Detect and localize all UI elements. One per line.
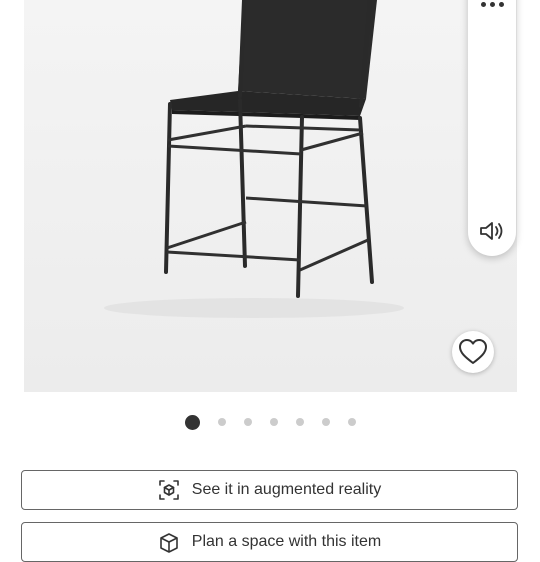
plan-space-label: Plan a space with this item: [191, 533, 382, 550]
ar-view-button[interactable]: See it in augmented reality: [21, 470, 518, 510]
speaker-icon[interactable]: [476, 216, 508, 246]
gallery-dot-7[interactable]: [347, 418, 356, 426]
more-horizontal-icon[interactable]: [468, 0, 516, 18]
side-action-rail: [468, 0, 516, 256]
gallery-dot-4[interactable]: [269, 418, 278, 426]
favorite-button[interactable]: [452, 331, 494, 373]
ar-view-label: See it in augmented reality: [191, 481, 382, 498]
product-image[interactable]: [24, 0, 517, 392]
gallery-dot-5[interactable]: [295, 418, 304, 426]
gallery-dot-3[interactable]: [243, 418, 252, 426]
chair-illustration: [24, 0, 517, 392]
gallery-pagination: [0, 414, 540, 430]
heart-outline-icon: [459, 339, 487, 364]
gallery-dot-1[interactable]: [184, 414, 200, 430]
ar-cube-icon: [158, 480, 179, 500]
plan-space-button[interactable]: Plan a space with this item: [21, 522, 518, 562]
gallery-dot-2[interactable]: [217, 418, 226, 426]
room-plan-icon: [159, 533, 178, 553]
gallery-dot-6[interactable]: [321, 418, 330, 426]
